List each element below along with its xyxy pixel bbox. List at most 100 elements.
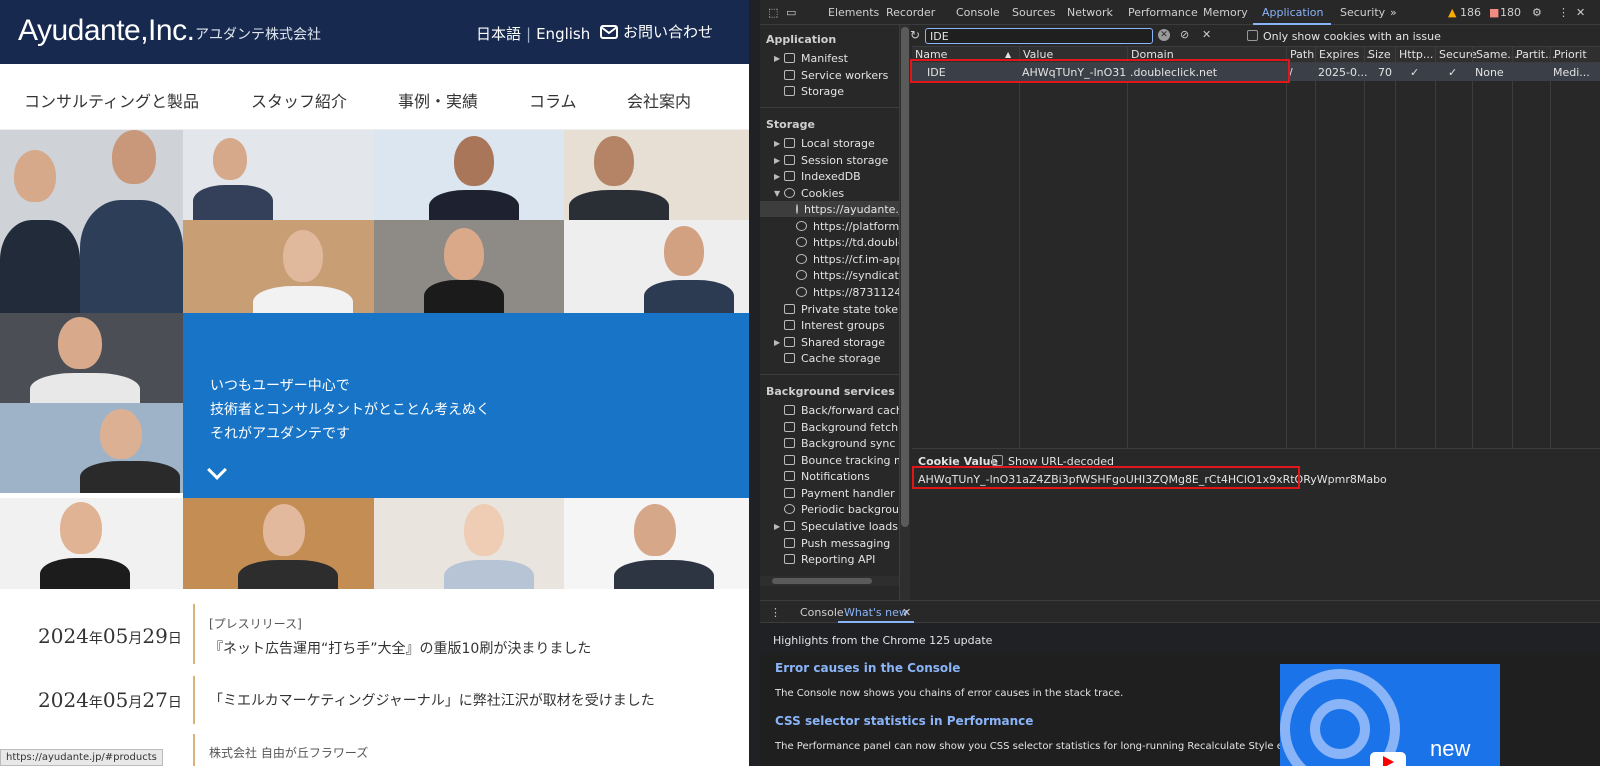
cookie-secure: ✓	[1448, 66, 1458, 79]
kebab-menu-icon[interactable]: ⋮	[1558, 6, 1569, 19]
nav-item-cases[interactable]: 事例・実績	[398, 88, 478, 112]
sidebar-item-speculative-loads[interactable]: ▶ Speculative loads	[774, 518, 898, 534]
inspect-icon[interactable]: ⬚	[768, 6, 778, 19]
sidebar-item-payment-handler[interactable]: Payment handler	[774, 485, 895, 501]
close-icon[interactable]: ✕	[1576, 6, 1585, 19]
col-priority[interactable]: Priorit	[1554, 48, 1587, 61]
expand-icon[interactable]: ▶	[774, 156, 780, 165]
cookie-value-pane: Cookie Value Show URL-decoded AHWqTUnY_-…	[912, 448, 1600, 600]
database-icon	[784, 455, 795, 465]
refresh-icon[interactable]: ↻	[910, 28, 920, 42]
cookie-origin-cf-im-apps[interactable]: https://cf.im-apps.ne	[774, 251, 899, 267]
sidebar-item-indexeddb[interactable]: ▶ IndexedDB	[774, 168, 861, 184]
expand-icon[interactable]: ▶	[774, 54, 780, 63]
sidebar-item-storage[interactable]: Storage	[774, 83, 844, 99]
sidebar-item-private-state-tokens[interactable]: Private state tokens	[774, 301, 899, 317]
sidebar-item-bfcache[interactable]: Back/forward cache	[774, 402, 899, 418]
only-issues-checkbox[interactable]	[1247, 30, 1258, 41]
sidebar-item-background-sync[interactable]: Background sync	[774, 435, 895, 451]
sidebar-item-bounce-tracking[interactable]: Bounce tracking mitiga	[774, 452, 899, 468]
whats-new-heading[interactable]: CSS selector statistics in Performance	[775, 714, 1033, 728]
sidebar-item-cache-storage[interactable]: Cache storage	[774, 350, 881, 366]
tab-security[interactable]: Security	[1340, 6, 1385, 19]
drawer-menu-icon[interactable]: ⋮	[770, 606, 781, 619]
sidebar-item-reporting-api[interactable]: Reporting API	[774, 551, 875, 567]
sidebar-item-local-storage[interactable]: ▶ Local storage	[774, 135, 875, 151]
cookie-origin-ayudante[interactable]: https://ayudante.jp	[760, 201, 899, 217]
lang-en-link[interactable]: English	[536, 25, 590, 43]
expand-icon[interactable]: ▶	[774, 522, 780, 531]
sidebar-vscrollbar[interactable]	[900, 25, 910, 600]
nav-item-staff[interactable]: スタッフ紹介	[251, 88, 347, 112]
nav-item-consulting[interactable]: コンサルティングと製品	[24, 88, 199, 112]
news-title[interactable]: 「ミエルカマーケティングジャーナル」に弊社江沢が取材を受けました	[209, 690, 655, 710]
whats-new-heading[interactable]: Error causes in the Console	[775, 661, 960, 675]
error-icon[interactable]: ■	[1489, 6, 1499, 19]
news-item[interactable]: 2024年05月27日 「ミエルカマーケティングジャーナル」に弊社江沢が取材を受…	[0, 676, 749, 726]
tab-sources[interactable]: Sources	[1012, 6, 1056, 19]
whats-new-video-thumbnail[interactable]: new	[1280, 664, 1500, 766]
gear-icon[interactable]: ⚙	[1532, 6, 1542, 19]
sidebar-item-notifications[interactable]: Notifications	[774, 468, 870, 484]
device-toggle-icon[interactable]: ▭	[786, 6, 796, 19]
tab-performance[interactable]: Performance	[1128, 6, 1198, 19]
staff-photo	[374, 130, 564, 220]
tab-memory[interactable]: Memory	[1203, 6, 1248, 19]
sidebar-item-periodic-sync[interactable]: Periodic background s	[774, 501, 899, 517]
col-httponly[interactable]: Http...	[1399, 48, 1433, 61]
expand-icon[interactable]: ▶	[774, 338, 780, 347]
sidebar-item-service-workers[interactable]: Service workers	[774, 67, 888, 83]
sidebar-item-cookies[interactable]: ▼ Cookies	[774, 185, 844, 201]
col-size[interactable]: Size	[1368, 48, 1391, 61]
cookie-filter-input[interactable]	[925, 28, 1153, 44]
only-issues-label: Only show cookies with an issue	[1263, 30, 1441, 43]
devtools-panel: ⬚ ▭ Elements Recorder Console Sources Ne…	[760, 0, 1600, 766]
drawer-tab-whats-new[interactable]: What's new	[844, 606, 908, 619]
tab-recorder[interactable]: Recorder	[886, 6, 935, 19]
clear-all-cookies-icon[interactable]: ⊘	[1180, 28, 1189, 41]
contact-link[interactable]: お問い合わせ	[600, 21, 713, 42]
nav-item-company[interactable]: 会社案内	[627, 88, 691, 112]
sidebar-item-push-messaging[interactable]: Push messaging	[774, 535, 890, 551]
sidebar-item-session-storage[interactable]: ▶ Session storage	[774, 152, 888, 168]
warning-count[interactable]: 186	[1460, 6, 1481, 19]
tagline-line-2: 技術者とコンサルタントがとことん考えぬく	[210, 402, 490, 418]
tab-application[interactable]: Application	[1262, 6, 1323, 19]
more-tabs-icon[interactable]: »	[1390, 6, 1397, 19]
warning-icon[interactable]: ▲	[1448, 6, 1456, 19]
collapse-icon[interactable]: ▼	[774, 189, 780, 198]
show-url-decoded-checkbox[interactable]	[992, 455, 1003, 466]
col-path[interactable]: Path	[1290, 48, 1314, 61]
sort-asc-icon[interactable]: ▲	[1005, 50, 1011, 59]
close-icon[interactable]: ✕	[902, 606, 911, 619]
error-count[interactable]: 180	[1500, 6, 1521, 19]
sidebar-item-shared-storage[interactable]: ▶ Shared storage	[774, 334, 885, 350]
lang-jp-link[interactable]: 日本語	[476, 25, 521, 43]
news-item[interactable]: 2024年05月29日 [プレスリリース] 『ネット広告運用“打ち手”大全』の重…	[0, 604, 749, 666]
contact-label: お問い合わせ	[623, 23, 714, 41]
drawer-tab-console[interactable]: Console	[800, 606, 844, 619]
sidebar-item-background-fetch[interactable]: Background fetch	[774, 419, 898, 435]
cookie-origin-syndication[interactable]: https://syndication.t	[774, 267, 899, 283]
news-title[interactable]: 『ネット広告運用“打ち手”大全』の重版10刷が決まりました	[209, 638, 591, 658]
delete-selected-icon[interactable]: ✕	[1202, 28, 1211, 41]
cookie-origin-fls[interactable]: https://8731124.fls.d	[774, 284, 899, 300]
sidebar-item-manifest[interactable]: ▶ Manifest	[774, 50, 848, 66]
mail-icon	[600, 24, 618, 39]
chevron-down-icon[interactable]	[207, 460, 227, 480]
site-logo[interactable]: Ayudante,Inc.	[18, 14, 195, 48]
nav-item-column[interactable]: コラム	[529, 88, 577, 112]
clear-filter-icon[interactable]: ✕	[1158, 29, 1170, 41]
expand-icon[interactable]: ▶	[774, 139, 780, 148]
arrows-icon	[784, 422, 795, 432]
tab-elements[interactable]: Elements	[828, 6, 879, 19]
col-expires[interactable]: Expires ...	[1319, 48, 1373, 61]
sidebar-hscrollbar[interactable]	[760, 576, 899, 586]
tab-network[interactable]: Network	[1067, 6, 1113, 19]
staff-photo	[0, 313, 183, 403]
tab-console[interactable]: Console	[956, 6, 1000, 19]
cookie-origin-td-doubleclick[interactable]: https://td.doubleclic	[774, 234, 899, 250]
cookie-origin-platform-twitter[interactable]: https://platform.twit	[774, 218, 899, 234]
expand-icon[interactable]: ▶	[774, 172, 780, 181]
sidebar-item-interest-groups[interactable]: Interest groups	[774, 317, 885, 333]
